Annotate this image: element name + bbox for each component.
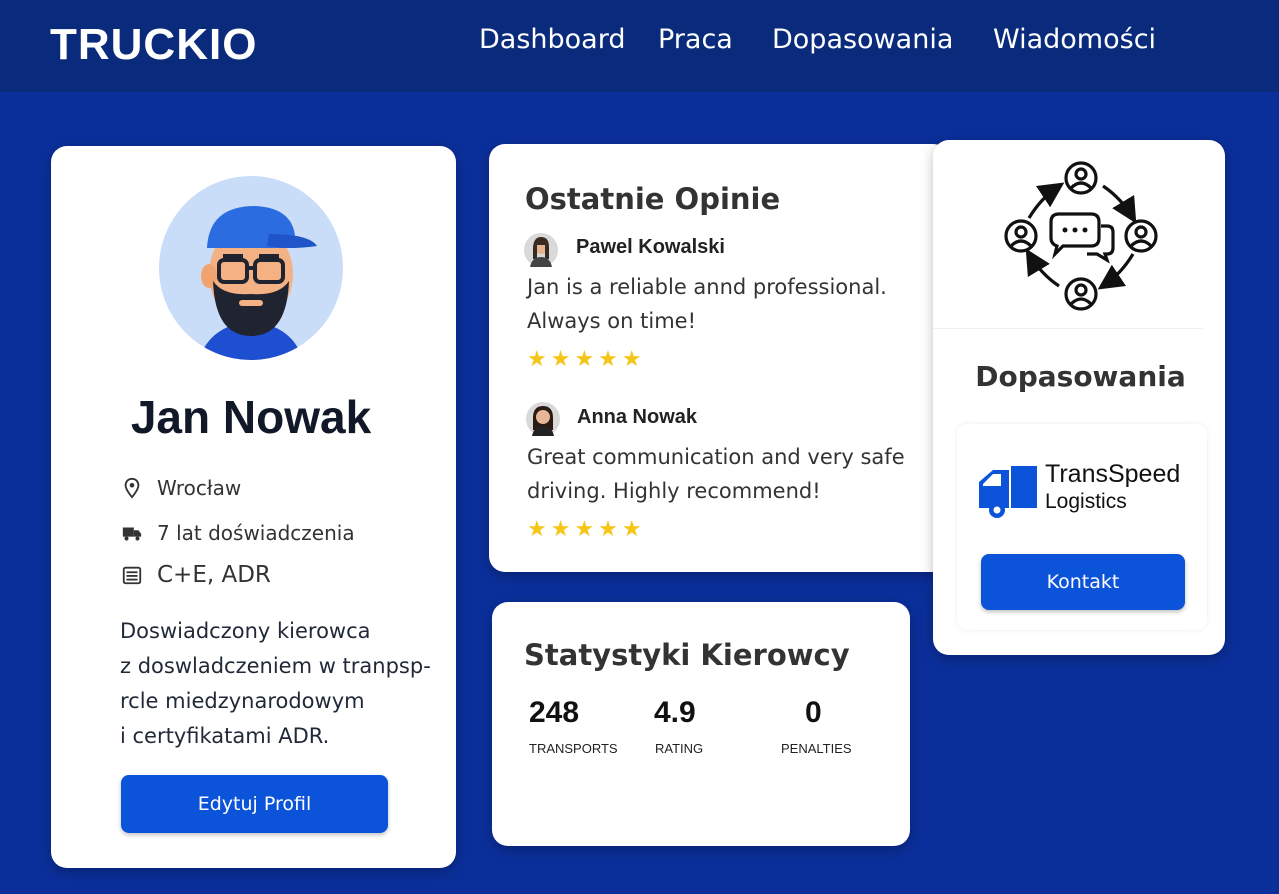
contact-button[interactable]: Kontakt [981,554,1185,610]
stat-value-transports: 248 [529,696,580,729]
stat-label-penalties: PENALTIES [781,741,852,756]
bio-line: i certyfikatami ADR. [120,724,330,748]
matches-card: Dopasowania TransSpeed Logistics Kontakt [933,140,1225,655]
driver-name: Jan Nowak [130,391,372,443]
review-text-line: Jan is a reliable annd professional. [527,275,887,299]
stat-label-transports: TRANSPORTS [529,741,618,756]
company-card[interactable]: TransSpeed Logistics Kontakt [957,424,1207,630]
driver-bio: Doswiadczony kierowca z doswladczeniem w… [120,614,440,754]
app-logo[interactable]: TRUCKIO [50,20,257,70]
review-text-line: Great communication and very safe [527,445,905,469]
company-name-line: Logistics [1045,490,1127,513]
matches-illustration [933,140,1203,329]
network-chat-icon [1004,161,1158,311]
location-text: Wrocław [157,476,242,500]
review-text-line: Always on time! [527,309,696,333]
reviewer-name: Pawel Kowalski [576,236,725,258]
license-card-icon [122,566,142,585]
reviewer-name: Anna Nowak [577,406,698,428]
reviewer-avatar [526,402,560,436]
nav-dopasowania[interactable]: Dopasowania [772,24,953,55]
bio-line: Doswiadczony kierowca [120,619,371,643]
experience-row: 7 lat doświadczenia [121,521,355,545]
company-name: TransSpeed Logistics [1045,460,1180,516]
nav-dashboard[interactable]: Dashboard [479,24,625,55]
bio-line: z doswladczeniem w tranpsp- [120,654,431,678]
licenses-row: C+E, ADR [121,562,271,588]
nav-praca[interactable]: Praca [658,24,733,55]
truck-icon [122,527,142,541]
reviews-title: Ostatnie Opinie [525,182,781,216]
truck-logo-icon [979,466,1037,518]
review-text: Jan is a reliable annd professional. Alw… [527,270,947,338]
matches-title: Dopasowania [975,360,1186,393]
company-name-line: TransSpeed [1045,460,1181,488]
star-rating: ★★★★★ [527,347,646,372]
review-text: Great communication and very safe drivin… [527,440,947,508]
stats-title: Statystyki Kierowcy [524,638,850,672]
top-navigation-bar: TRUCKIO Dashboard Praca Dopasowania Wiad… [0,0,1279,92]
licenses-text: C+E, ADR [157,562,271,588]
location-row: Wrocław [121,476,241,500]
driver-stats-card: Statystyki Kierowcy 248 TRANSPORTS 4.9 R… [492,602,910,846]
reviewer-avatar [524,233,558,267]
review-text-line: driving. Highly recommend! [527,479,821,503]
star-rating: ★★★★★ [527,517,646,542]
nav-wiadomosci[interactable]: Wiadomości [993,24,1156,55]
edit-profile-button[interactable]: Edytuj Profil [121,775,388,833]
stat-value-rating: 4.9 [654,696,696,729]
reviews-card: Ostatnie Opinie Pawel Kowalski Jan is a … [489,144,949,572]
profile-card: Jan Nowak Wrocław 7 lat doświadczenia C+… [51,146,456,868]
stat-label-rating: RATING [655,741,704,756]
stat-value-penalties: 0 [805,696,822,729]
map-pin-icon [124,477,140,499]
bio-line: rcle miedzynarodowym [120,689,365,713]
experience-text: 7 lat doświadczenia [157,521,355,545]
driver-avatar [159,176,343,360]
